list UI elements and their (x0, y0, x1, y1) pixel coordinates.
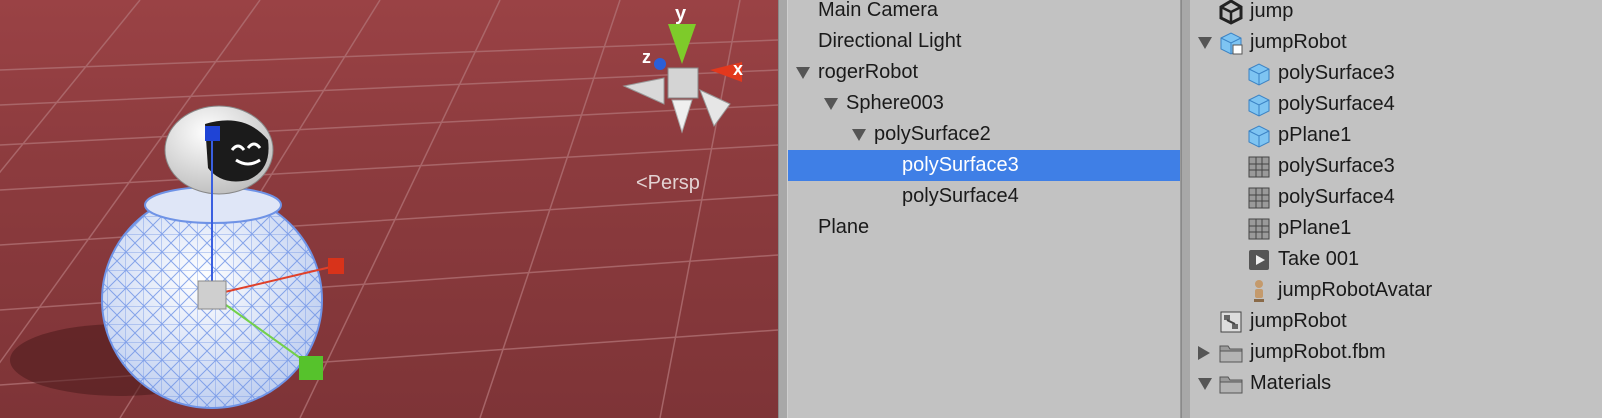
mesh-object-icon (1246, 92, 1272, 118)
project-item-label: pPlane1 (1278, 124, 1352, 146)
project-item[interactable]: jumpRobotAvatar (1190, 275, 1602, 306)
y-axis-handle (205, 126, 220, 141)
projection-toggle[interactable]: <Persp (636, 172, 700, 195)
hierarchy-item[interactable]: Sphere003 (788, 88, 1180, 119)
hierarchy-item[interactable]: polySurface2 (788, 119, 1180, 150)
avatar-icon (1246, 278, 1272, 304)
scene-view[interactable]: y x z <Persp (0, 0, 778, 418)
project-item[interactable]: polySurface3 (1190, 58, 1602, 89)
hierarchy-item-label: polySurface2 (874, 123, 991, 145)
hierarchy-panel[interactable]: Main Camera Directional Light rogerRobot Sp… (788, 0, 1181, 418)
project-item[interactable]: jump (1190, 0, 1602, 27)
project-item-label: polySurface4 (1278, 93, 1395, 115)
project-item-label: jumpRobot (1250, 31, 1347, 53)
project-item[interactable]: jumpRobot.fbm (1190, 337, 1602, 368)
expand-triangle-icon[interactable] (796, 67, 810, 79)
mesh-grid-icon (1246, 154, 1272, 180)
project-item[interactable]: polySurface4 (1190, 182, 1602, 213)
panel-divider[interactable] (778, 0, 788, 418)
expand-triangle-icon[interactable] (1198, 378, 1212, 390)
unity-logo-icon (1218, 0, 1244, 25)
project-item[interactable]: pPlane1 (1190, 213, 1602, 244)
hierarchy-item-label: polySurface3 (902, 154, 1019, 176)
mesh-object-icon (1246, 123, 1272, 149)
mesh-grid-icon (1246, 216, 1272, 242)
hierarchy-item-label: Directional Light (818, 30, 962, 52)
hierarchy-item[interactable]: rogerRobot (788, 57, 1180, 88)
gizmo-x-label: x (733, 59, 743, 79)
project-item-label: jump (1250, 0, 1294, 22)
folder-icon (1218, 340, 1244, 366)
project-item[interactable]: Materials (1190, 368, 1602, 399)
expand-triangle-icon[interactable] (852, 129, 866, 141)
project-item-label: jumpRobot.fbm (1250, 341, 1386, 363)
hierarchy-item-label: rogerRobot (818, 61, 919, 83)
center-handle (197, 280, 227, 310)
x-axis-handle (328, 258, 344, 274)
project-panel[interactable]: jump jumpRobot polySurface3 polySurface4 pPl… (1190, 0, 1602, 418)
project-item[interactable]: jumpRobot (1190, 27, 1602, 58)
hierarchy-item[interactable]: Plane (788, 212, 1180, 243)
expand-triangle-icon[interactable] (824, 98, 838, 110)
project-item[interactable]: pPlane1 (1190, 120, 1602, 151)
project-item[interactable]: polySurface4 (1190, 89, 1602, 120)
hierarchy-item-label: polySurface4 (902, 185, 1019, 207)
project-item[interactable]: polySurface3 (1190, 151, 1602, 182)
animator-controller-icon (1218, 309, 1244, 335)
project-item-label: Materials (1250, 372, 1332, 394)
hierarchy-item-label: Main Camera (818, 0, 939, 21)
project-item-label: jumpRobot (1250, 310, 1347, 332)
mesh-object-icon (1246, 61, 1272, 87)
project-item[interactable]: Take 001 (1190, 244, 1602, 275)
scene-canvas[interactable]: y x z (0, 0, 778, 418)
hierarchy-item[interactable]: Main Camera (788, 0, 1180, 26)
project-item-label: pPlane1 (1278, 217, 1352, 239)
model-prefab-icon (1218, 30, 1244, 56)
expand-triangle-icon[interactable] (1198, 37, 1212, 49)
hierarchy-item[interactable]: polySurface3 (788, 150, 1180, 181)
animation-clip-icon (1246, 247, 1272, 273)
orientation-gizmo[interactable] (622, 24, 742, 134)
gizmo-z-label: z (642, 47, 651, 67)
project-item-label: polySurface3 (1278, 155, 1395, 177)
project-item-label: jumpRobotAvatar (1278, 279, 1433, 301)
hierarchy-item-label: Sphere003 (846, 92, 944, 114)
z-axis-handle (299, 356, 323, 380)
project-item-label: Take 001 (1278, 248, 1360, 270)
hierarchy-item[interactable]: Directional Light (788, 26, 1180, 57)
project-item-label: polySurface3 (1278, 62, 1395, 84)
folder-icon (1218, 371, 1244, 397)
project-item-label: polySurface4 (1278, 186, 1395, 208)
hierarchy-item-label: Plane (818, 216, 870, 238)
collapsed-triangle-icon[interactable] (1198, 346, 1210, 360)
project-item[interactable]: jumpRobot (1190, 306, 1602, 337)
gizmo-y-label: y (675, 3, 687, 25)
mesh-grid-icon (1246, 185, 1272, 211)
hierarchy-item[interactable]: polySurface4 (788, 181, 1180, 212)
